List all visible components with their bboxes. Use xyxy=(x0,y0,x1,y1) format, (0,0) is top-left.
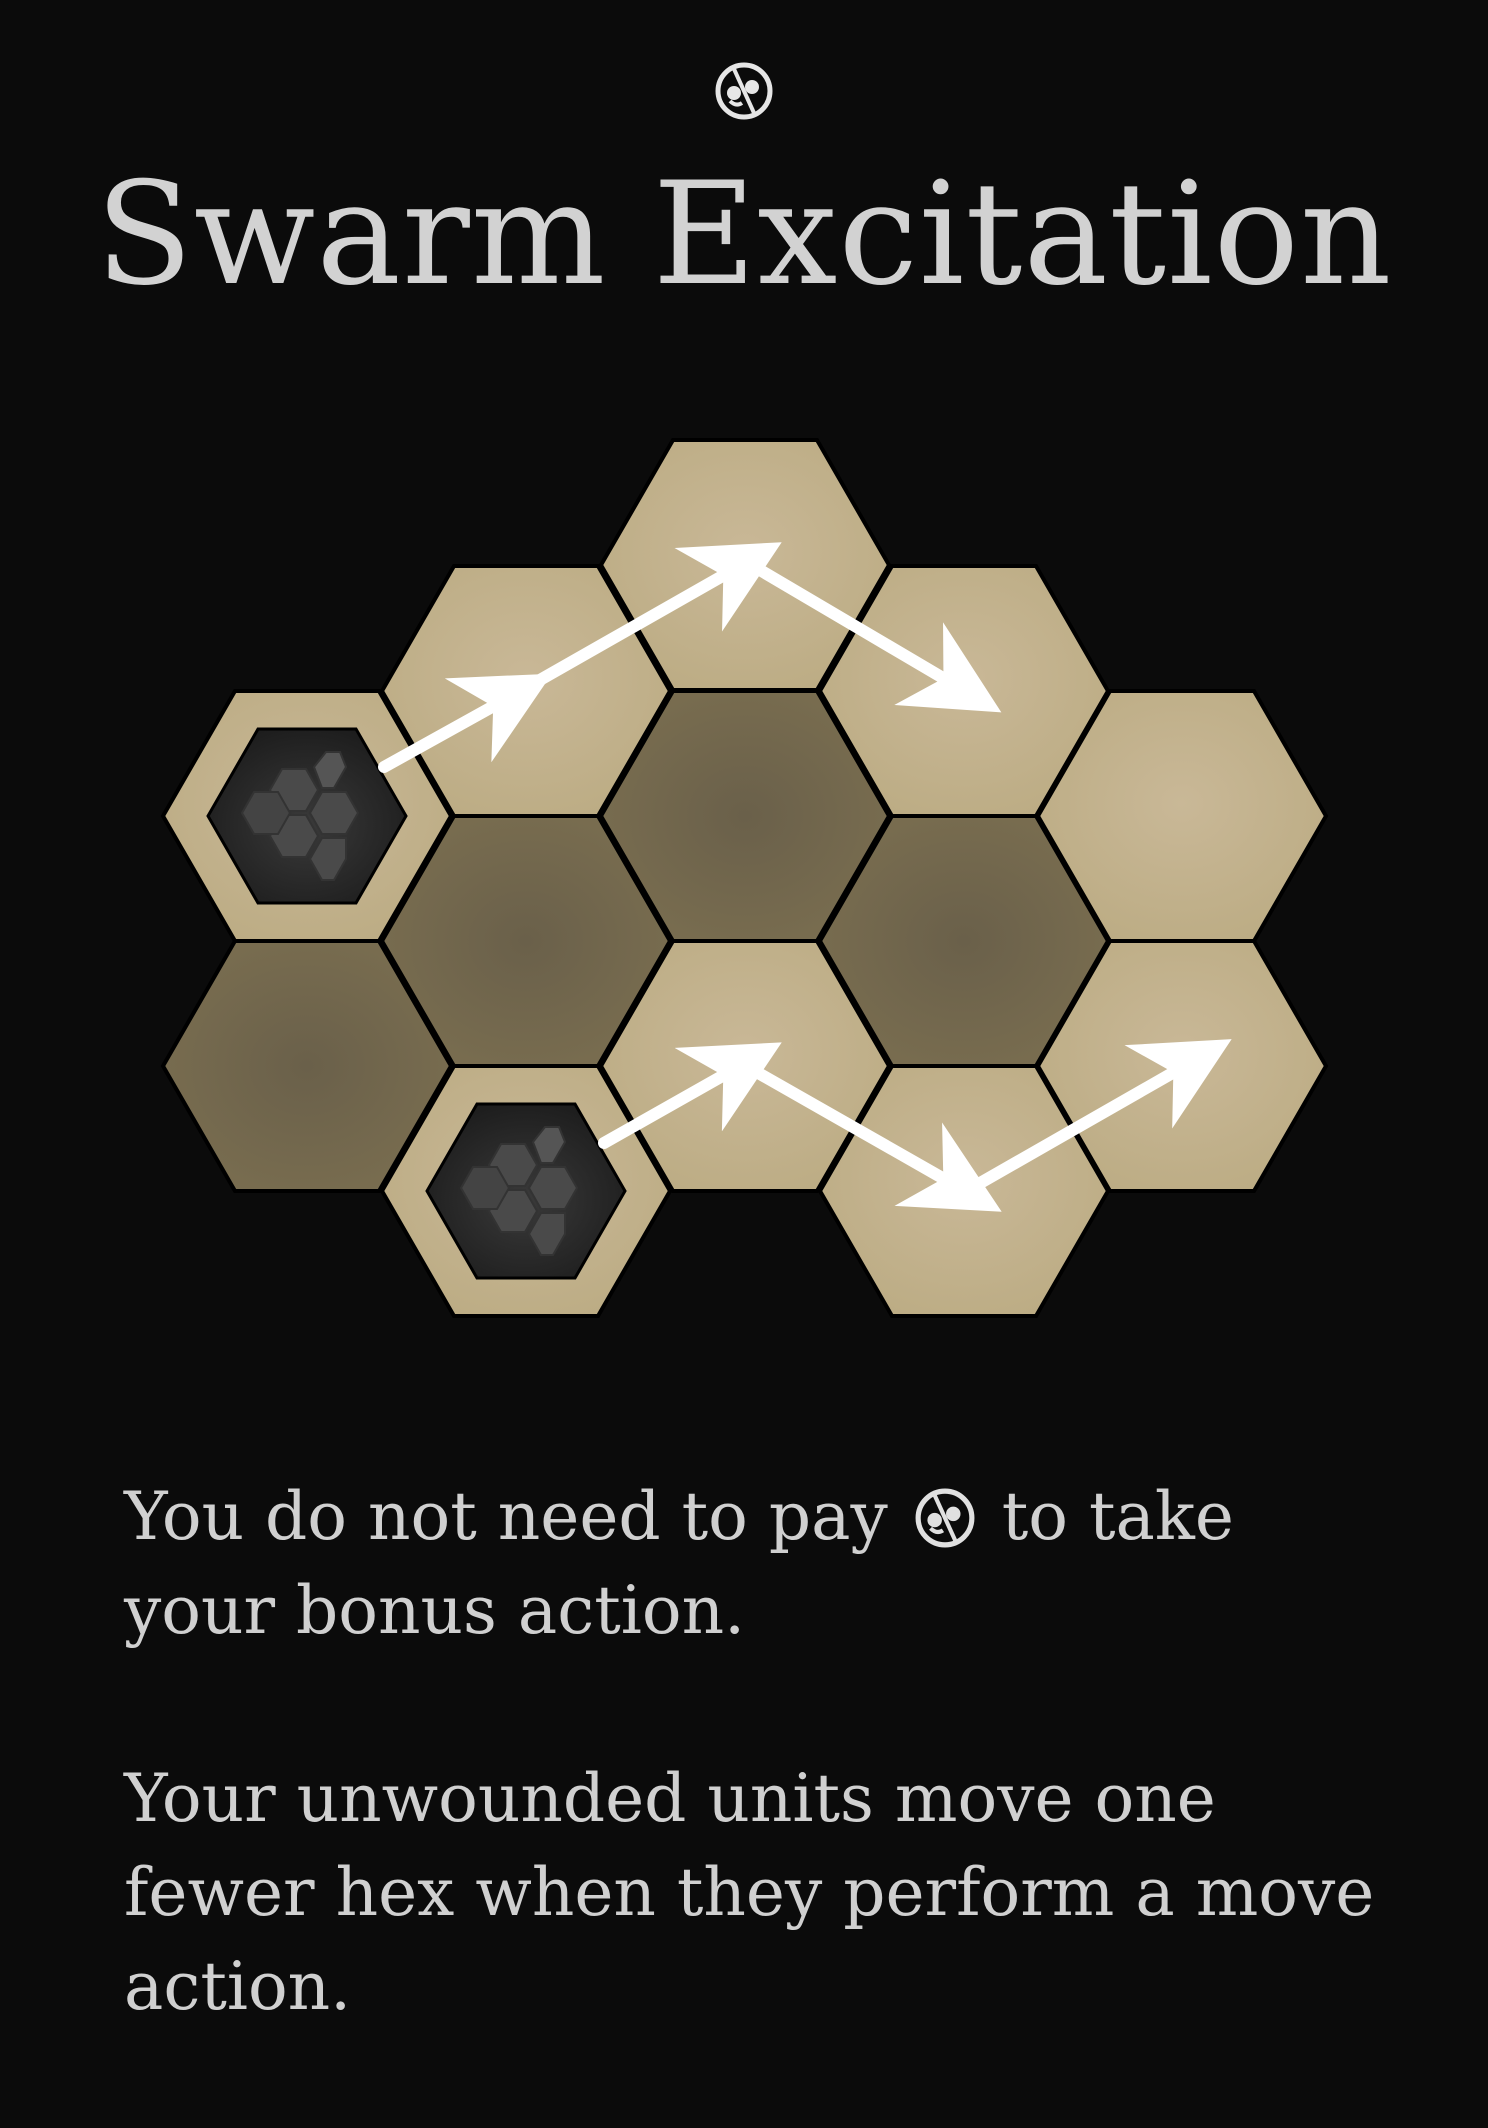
rule-bonus-action: You do not need to pay to take your bonu… xyxy=(124,1478,1234,1649)
swarm-token-icon xyxy=(915,1488,975,1548)
hex-board xyxy=(160,438,1329,1318)
rule-move-penalty: Your unwounded units move one fewer hex … xyxy=(124,1760,1375,2025)
rules-text: You do not need to pay to take your bonu… xyxy=(124,1470,1404,2128)
ability-card: Swarm Excitation You do not need to pay … xyxy=(0,0,1488,2078)
